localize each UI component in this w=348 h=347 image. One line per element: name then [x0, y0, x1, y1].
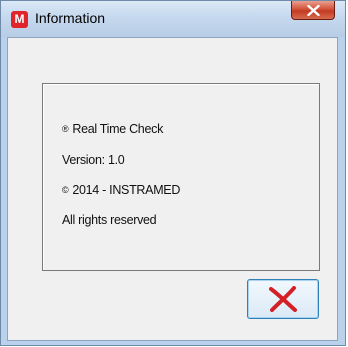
- title-bar[interactable]: M Information: [1, 1, 345, 37]
- app-icon: M: [11, 11, 28, 28]
- registered-mark: ®: [62, 124, 69, 134]
- window-title: Information: [35, 10, 106, 26]
- copyright-text: 2014 - INSTRAMED: [72, 183, 181, 197]
- close-icon: [307, 5, 320, 16]
- product-line: ® Real Time Check: [62, 122, 163, 136]
- copyright-line: © 2014 - INSTRAMED: [62, 183, 180, 197]
- product-name: Real Time Check: [72, 122, 164, 136]
- version-label: Version: 1.0: [62, 153, 125, 167]
- rights-label: All rights reserved: [62, 213, 157, 227]
- dialog-body: ® Real Time Check Version: 1.0 © 2014 - IN…: [7, 37, 338, 341]
- ok-button[interactable]: [247, 279, 319, 319]
- copyright-mark: ©: [62, 185, 69, 195]
- information-dialog: M Information ® Real Time Check Version: …: [0, 0, 346, 346]
- info-panel: ® Real Time Check Version: 1.0 © 2014 - IN…: [42, 83, 320, 271]
- close-button[interactable]: [291, 1, 335, 20]
- x-mark-icon: [269, 286, 297, 312]
